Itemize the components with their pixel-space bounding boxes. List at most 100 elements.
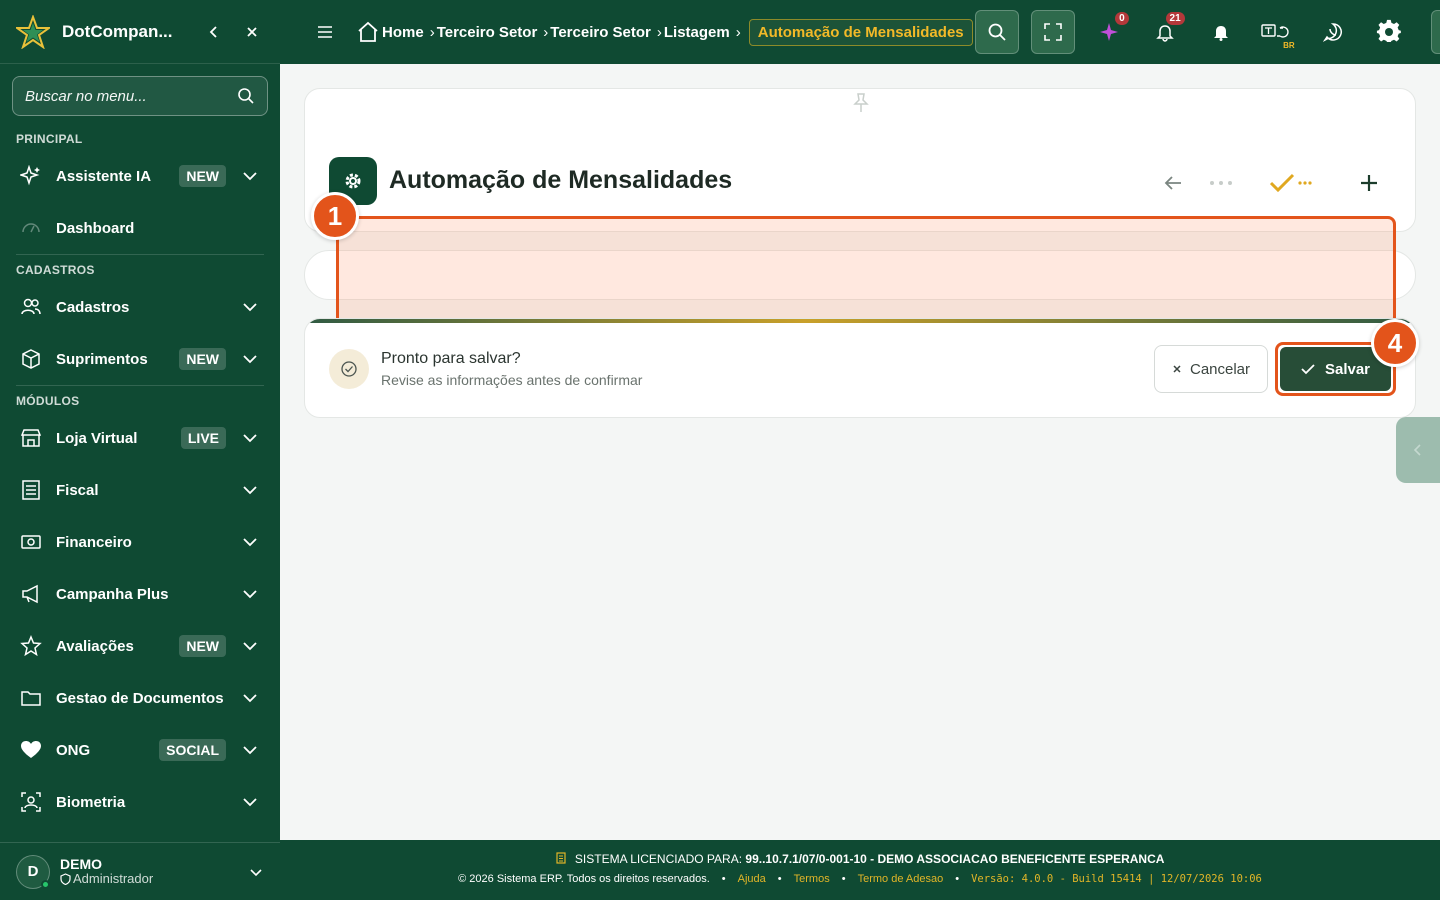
sidebar-item-ong[interactable]: ONG SOCIAL bbox=[0, 724, 280, 776]
sidebar-item-label: Fiscal bbox=[56, 481, 99, 499]
cog-icon bbox=[345, 173, 361, 189]
language-code: BR bbox=[1283, 41, 1295, 50]
close-sidebar-button[interactable] bbox=[240, 20, 264, 44]
notifications-button[interactable]: 21 bbox=[1143, 10, 1187, 54]
help-link[interactable]: Ajuda bbox=[738, 873, 766, 885]
avatar: D bbox=[16, 854, 50, 889]
breadcrumb-separator: › bbox=[429, 23, 435, 41]
sidebar-item-label: Cadastros bbox=[56, 298, 130, 316]
breadcrumb-separator: › bbox=[543, 23, 549, 41]
home-icon[interactable] bbox=[356, 20, 380, 44]
bell-icon bbox=[1155, 25, 1174, 42]
language-button[interactable]: BR bbox=[1255, 10, 1299, 54]
fullscreen-button[interactable] bbox=[1030, 10, 1075, 54]
sidebar-item-suprimentos[interactable]: Suprimentos NEW bbox=[0, 333, 280, 385]
search-icon[interactable] bbox=[237, 87, 255, 105]
save-status-icon bbox=[329, 349, 369, 389]
chevron-down-icon bbox=[243, 303, 257, 312]
breadcrumb: Home › Terceiro Setor › Terceiro Setor ›… bbox=[356, 18, 973, 46]
profile-button[interactable] bbox=[1430, 10, 1440, 54]
chevron-down-icon bbox=[243, 642, 257, 651]
more-options-icon[interactable] bbox=[1209, 179, 1233, 187]
menu-search-input[interactable] bbox=[25, 87, 237, 105]
chevron-down-icon bbox=[243, 694, 257, 703]
back-arrow-icon[interactable] bbox=[1162, 172, 1184, 194]
check-circle-icon bbox=[341, 361, 357, 377]
folder-icon bbox=[20, 687, 42, 709]
new-badge: NEW bbox=[179, 635, 226, 657]
save-prompt-title: Pronto para salvar? bbox=[381, 350, 521, 367]
sidebar-item-label: ONG bbox=[56, 741, 91, 759]
global-search-button[interactable] bbox=[974, 10, 1019, 54]
receipt-icon bbox=[555, 852, 566, 864]
search-icon bbox=[988, 23, 1006, 41]
save-card-gradient-bar bbox=[305, 319, 1415, 323]
chevron-down-icon bbox=[243, 355, 257, 364]
bullet: • bbox=[777, 873, 782, 885]
menu-toggle-button[interactable] bbox=[316, 24, 334, 40]
sidebar: DotCompan... PRINCIPAL Assistente IA NEW bbox=[0, 0, 280, 900]
sidebar-item-label: Dashboard bbox=[56, 219, 135, 237]
ai-assistant-button[interactable]: 0 bbox=[1087, 10, 1131, 54]
section-cadastros: CADASTROS bbox=[16, 263, 95, 277]
chevron-down-icon bbox=[243, 434, 257, 443]
breadcrumb-home[interactable]: Home bbox=[382, 24, 424, 41]
live-badge: LIVE bbox=[180, 427, 226, 449]
step-marker-4: 4 bbox=[1371, 319, 1419, 367]
bullet: • bbox=[841, 873, 846, 885]
sidebar-item-financeiro[interactable]: Financeiro bbox=[0, 516, 280, 568]
breadcrumb-separator: › bbox=[735, 23, 741, 41]
sparkles-icon bbox=[20, 165, 42, 187]
user-role: Administrador bbox=[60, 871, 248, 886]
pin-icon[interactable] bbox=[850, 92, 872, 114]
plus-icon[interactable] bbox=[1358, 172, 1380, 194]
sidebar-item-fiscal[interactable]: Fiscal bbox=[0, 464, 280, 516]
sidebar-item-campanha-plus[interactable]: Campanha Plus bbox=[0, 568, 280, 620]
chevron-left-icon bbox=[1413, 444, 1421, 456]
sidebar-item-label: Gestao de Documentos bbox=[56, 689, 224, 707]
breadcrumb-terceiro-setor[interactable]: Terceiro Setor bbox=[437, 24, 538, 41]
store-icon bbox=[20, 427, 42, 449]
user-name: DEMO bbox=[60, 855, 102, 872]
bullet: • bbox=[955, 873, 960, 885]
brand-header: DotCompan... bbox=[0, 0, 280, 64]
topbar-actions: 0 21 BR bbox=[974, 10, 1440, 54]
users-icon bbox=[20, 296, 42, 318]
terms-link[interactable]: Termos bbox=[794, 873, 830, 885]
sidebar-item-cadastros[interactable]: Cadastros bbox=[0, 281, 280, 333]
sidebar-item-gestao-documentos[interactable]: Gestao de Documentos bbox=[0, 672, 280, 724]
social-badge: SOCIAL bbox=[159, 739, 226, 761]
whatsapp-button[interactable] bbox=[1311, 10, 1355, 54]
breadcrumb-terceiro-setor-2[interactable]: Terceiro Setor bbox=[550, 24, 651, 41]
save-prompt-subtitle: Revise as informações antes de confirmar bbox=[381, 372, 643, 388]
alerts-button[interactable] bbox=[1199, 10, 1243, 54]
user-profile[interactable]: D DEMO Administrador bbox=[0, 842, 280, 900]
check-icon[interactable] bbox=[1269, 172, 1313, 194]
heart-icon bbox=[20, 739, 42, 761]
adhesion-terms-link[interactable]: Termo de Adesao bbox=[858, 873, 944, 885]
copyright: © 2026 Sistema ERP. Todos os direitos re… bbox=[458, 873, 710, 885]
sidebar-item-label: Biometria bbox=[56, 793, 126, 811]
breadcrumb-listagem[interactable]: Listagem bbox=[664, 24, 730, 41]
highlight-region bbox=[336, 216, 1396, 334]
sidebar-item-assistente-ia[interactable]: Assistente IA NEW bbox=[0, 150, 280, 202]
whatsapp-icon bbox=[1322, 23, 1342, 42]
cancel-button[interactable]: Cancelar bbox=[1154, 345, 1268, 393]
chevron-down-icon bbox=[250, 868, 262, 876]
side-panel-toggle[interactable] bbox=[1396, 417, 1440, 483]
gauge-icon bbox=[20, 217, 42, 239]
collapse-sidebar-button[interactable] bbox=[202, 20, 226, 44]
sidebar-item-loja-virtual[interactable]: Loja Virtual LIVE bbox=[0, 412, 280, 464]
gear-icon bbox=[1376, 19, 1401, 42]
megaphone-icon bbox=[20, 583, 42, 605]
chevron-left-icon bbox=[209, 25, 217, 38]
chevron-down-icon bbox=[243, 172, 257, 181]
sidebar-item-avaliacoes[interactable]: Avaliações NEW bbox=[0, 620, 280, 672]
avatar-initial: D bbox=[27, 863, 39, 880]
chevron-down-icon bbox=[243, 746, 257, 755]
sidebar-item-dashboard[interactable]: Dashboard bbox=[0, 202, 280, 254]
sidebar-item-biometria[interactable]: Biometria bbox=[0, 776, 280, 828]
settings-button[interactable] bbox=[1367, 10, 1411, 54]
chevron-down-icon bbox=[243, 590, 257, 599]
star-logo-icon bbox=[16, 14, 50, 49]
